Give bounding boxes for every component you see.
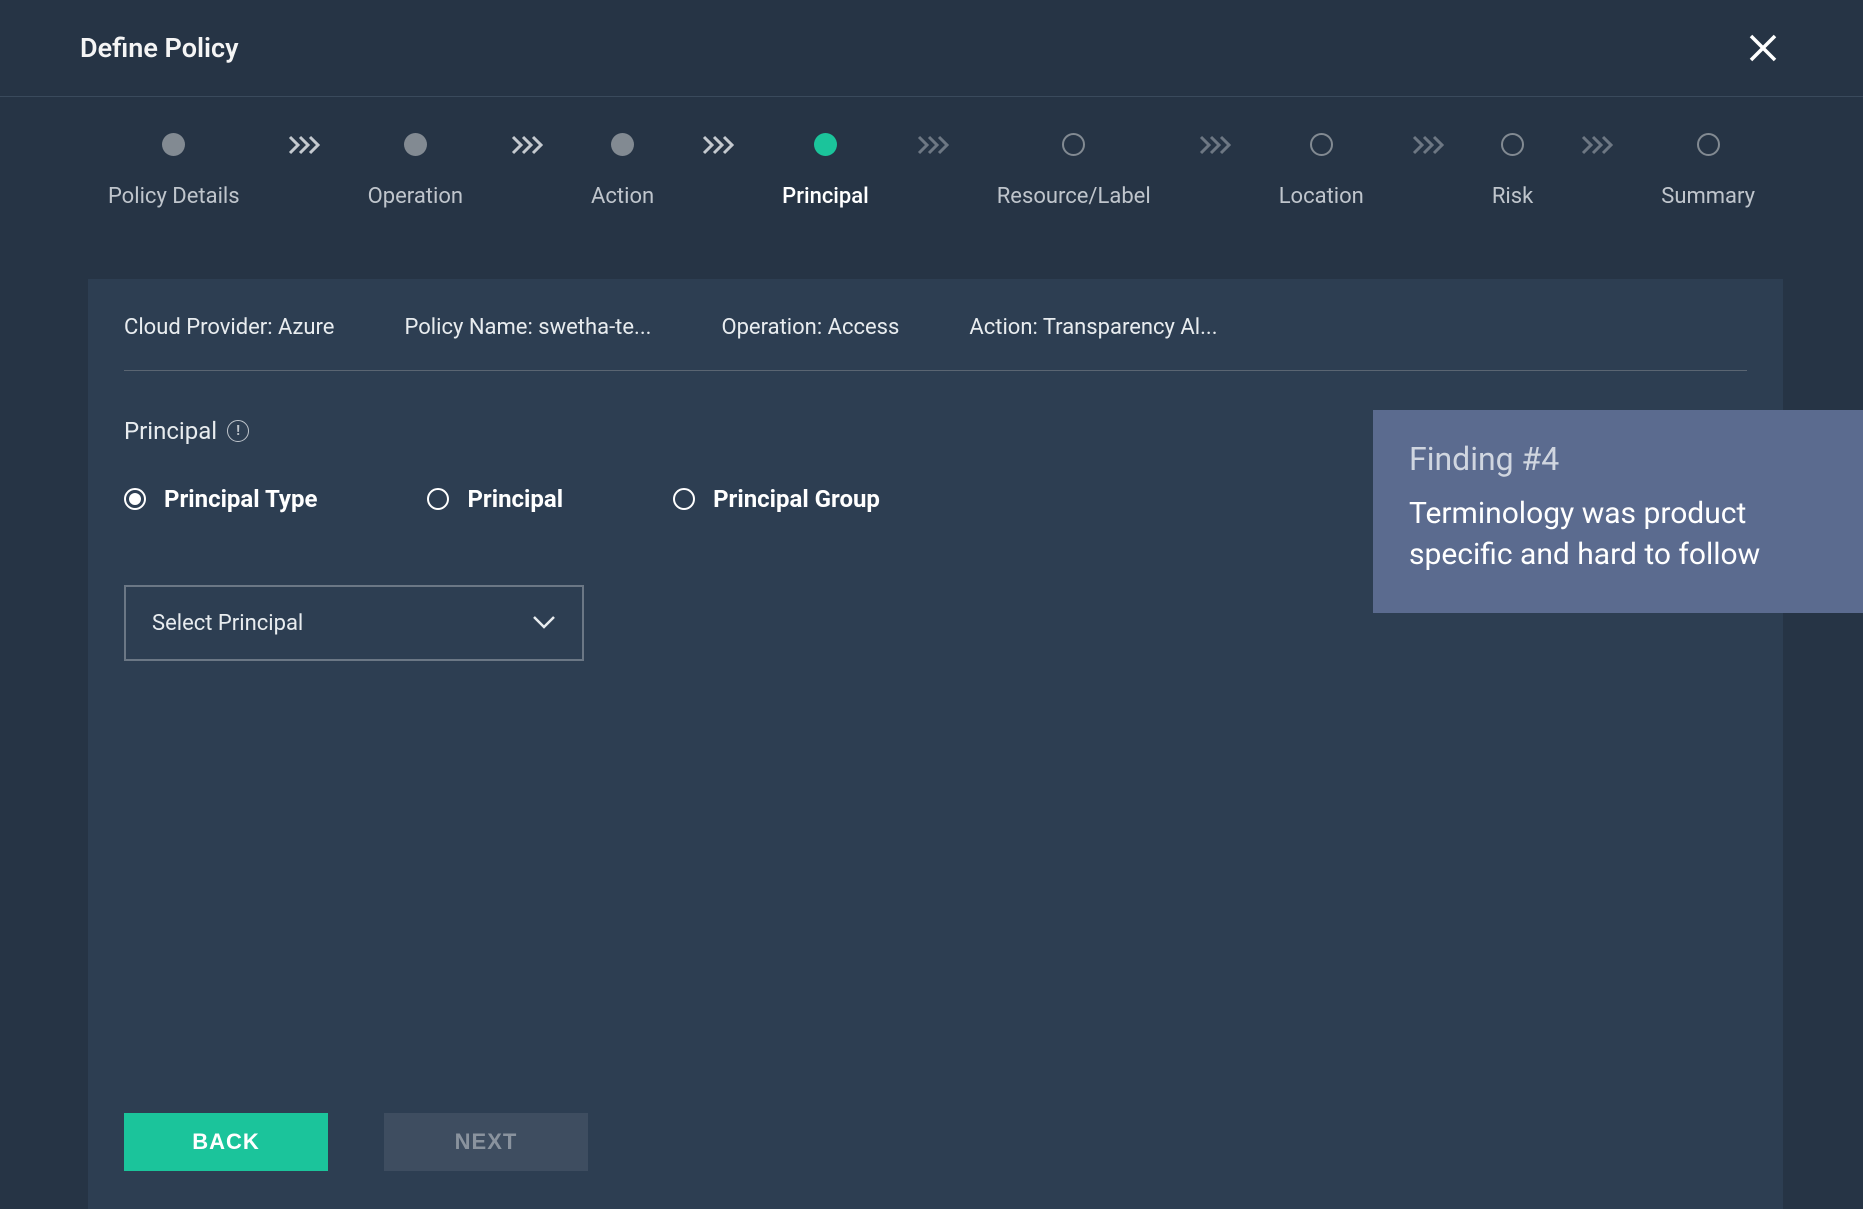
step-circle-icon [1501,133,1524,156]
step-circle-icon [1310,133,1333,156]
step-label: Resource/Label [997,184,1151,209]
step-risk[interactable]: Risk [1492,133,1533,209]
section-title-text: Principal [124,417,217,445]
step-label: Action [591,184,654,209]
summary-action: Action: Transparency Al... [969,315,1217,340]
summary-operation: Operation: Access [721,315,899,340]
step-label: Risk [1492,184,1533,209]
step-label: Summary [1661,184,1755,209]
radio-principal-type[interactable]: Principal Type [124,485,317,513]
radio-principal[interactable]: Principal [427,485,563,513]
radio-circle-icon [673,488,695,510]
info-icon[interactable]: ! [227,420,249,442]
button-row: BACK NEXT [124,1113,588,1171]
chevron-down-icon [532,614,556,633]
step-circle-icon [611,133,634,156]
step-action[interactable]: Action [591,133,654,209]
step-location[interactable]: Location [1279,133,1364,209]
step-circle-icon [814,133,837,156]
step-arrows-icon [511,133,543,156]
back-button[interactable]: BACK [124,1113,328,1171]
finding-callout: Finding #4 Terminology was product speci… [1373,410,1863,613]
radio-label: Principal [467,485,563,513]
step-label: Policy Details [108,184,240,209]
step-circle-icon [1062,133,1085,156]
step-circle-icon [404,133,427,156]
close-button[interactable] [1743,28,1783,68]
step-operation[interactable]: Operation [368,133,463,209]
radio-circle-icon [124,488,146,510]
step-principal[interactable]: Principal [782,133,869,209]
step-policy-details[interactable]: Policy Details [108,133,240,209]
step-circle-icon [1697,133,1720,156]
step-arrows-icon [917,133,949,156]
step-arrows-icon [288,133,320,156]
define-policy-modal: Define Policy Policy Details Operation A… [0,0,1863,1209]
stepper: Policy Details Operation Action Principa… [0,97,1863,249]
step-arrows-icon [1412,133,1444,156]
finding-title: Finding #4 [1409,440,1827,478]
step-arrows-icon [1199,133,1231,156]
next-button: NEXT [384,1113,588,1171]
select-placeholder: Select Principal [152,611,303,636]
step-arrows-icon [1581,133,1613,156]
radio-label: Principal Group [713,485,880,513]
step-arrows-icon [702,133,734,156]
policy-summary-row: Cloud Provider: Azure Policy Name: sweth… [124,315,1747,371]
finding-body: Terminology was product specific and har… [1409,494,1827,575]
step-label: Operation [368,184,463,209]
modal-header: Define Policy [0,0,1863,97]
radio-principal-group[interactable]: Principal Group [673,485,880,513]
select-principal-dropdown[interactable]: Select Principal [124,585,584,661]
radio-label: Principal Type [164,485,317,513]
summary-policy-name: Policy Name: swetha-te... [404,315,651,340]
radio-circle-icon [427,488,449,510]
modal-title: Define Policy [80,32,239,64]
summary-cloud-provider: Cloud Provider: Azure [124,315,334,340]
step-resource-label[interactable]: Resource/Label [997,133,1151,209]
step-label: Location [1279,184,1364,209]
step-label: Principal [782,184,869,209]
close-icon [1748,33,1778,63]
step-circle-icon [162,133,185,156]
step-summary[interactable]: Summary [1661,133,1755,209]
